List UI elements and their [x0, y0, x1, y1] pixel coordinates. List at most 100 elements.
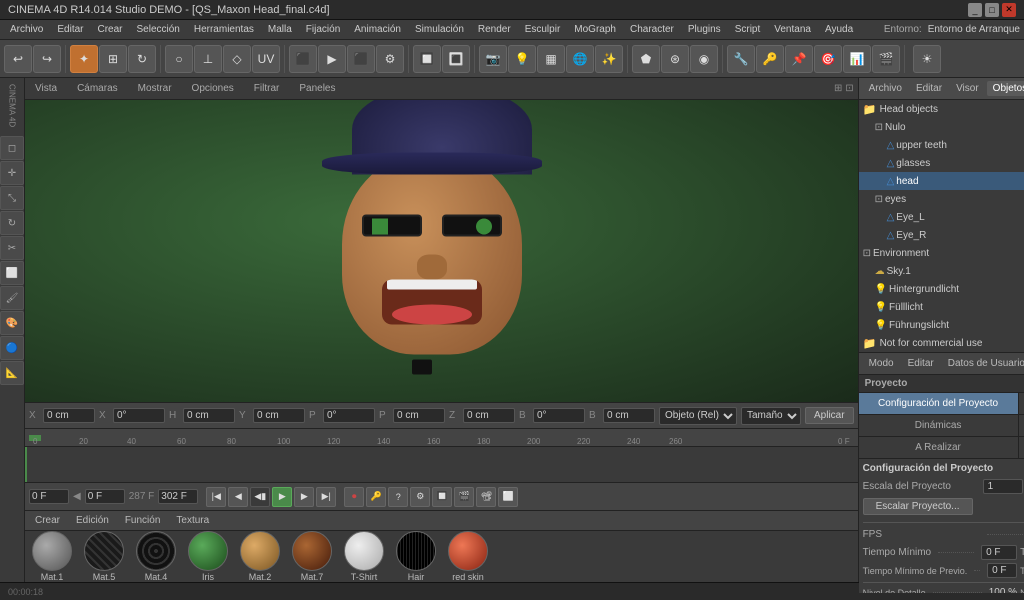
menu-malla[interactable]: Malla — [262, 22, 298, 37]
fx-button[interactable]: ✨ — [595, 45, 623, 73]
record-button[interactable]: ⏺ — [344, 487, 364, 507]
menu-editar[interactable]: Editar — [51, 22, 89, 37]
play-button[interactable]: ▶ — [272, 487, 292, 507]
material-item-tshirt[interactable]: T-Shirt — [341, 531, 387, 582]
list-item-nulo[interactable]: ⊡ Nulo ✓ — [859, 118, 1024, 136]
props-tab-arealizar[interactable]: A Realizar — [859, 437, 1019, 458]
misc3-button[interactable]: 📌 — [785, 45, 813, 73]
mat-tab-funcion[interactable]: Función — [119, 513, 167, 528]
keyframe-button[interactable]: 🔑 — [366, 487, 386, 507]
edge-mode[interactable]: ⊥ — [194, 45, 222, 73]
obj-tab-visor[interactable]: Visor — [950, 81, 985, 96]
list-item-not-commercial[interactable]: 📁 Not for commercial use ✓ — [859, 334, 1024, 352]
menu-ventana[interactable]: Ventana — [768, 22, 817, 37]
size-select[interactable]: Tamaño — [741, 407, 801, 425]
list-item-eye-r[interactable]: △ Eye_R ✓ ⚙ — [859, 226, 1024, 244]
3d-viewport[interactable] — [25, 100, 858, 402]
maximize-button[interactable]: □ — [985, 3, 999, 17]
frame-start-input[interactable] — [29, 489, 69, 504]
escala-input[interactable] — [983, 479, 1023, 494]
undo-button[interactable]: ↩ — [4, 45, 32, 73]
p-input[interactable] — [323, 408, 375, 423]
minimize-button[interactable]: _ — [968, 3, 982, 17]
tab-filtrar[interactable]: Filtrar — [248, 81, 286, 96]
tmin-input[interactable] — [981, 545, 1017, 560]
timeline-track[interactable] — [25, 447, 858, 482]
prev-frame-button[interactable]: ◀ — [228, 487, 248, 507]
escalar-proyecto-button[interactable]: Escalar Proyecto... — [863, 498, 973, 515]
object-mode[interactable]: ○ — [165, 45, 193, 73]
obj-mode-select[interactable]: Objeto (Rel) — [659, 407, 737, 425]
material-item-iris[interactable]: Iris — [185, 531, 231, 582]
timeline-key1[interactable]: ? — [388, 487, 408, 507]
list-item-fulllicht[interactable]: 💡 Fülllicht ✓ — [859, 298, 1024, 316]
menu-seleccion[interactable]: Selección — [131, 22, 186, 37]
redo-button[interactable]: ↪ — [33, 45, 61, 73]
magnet-tool[interactable]: 🔵 — [0, 336, 24, 360]
material-item-mat7[interactable]: Mat.7 — [289, 531, 335, 582]
render-active[interactable]: ▶ — [318, 45, 346, 73]
mat-tab-textura[interactable]: Textura — [170, 513, 215, 528]
tab-camaras[interactable]: Cámaras — [71, 81, 124, 96]
misc2-button[interactable]: 🔑 — [756, 45, 784, 73]
x-input[interactable] — [43, 408, 95, 423]
poly-mode[interactable]: ◇ — [223, 45, 251, 73]
tab-opciones[interactable]: Opciones — [186, 81, 240, 96]
z-input[interactable] — [463, 408, 515, 423]
render-region[interactable]: ⬛ — [289, 45, 317, 73]
ik-button[interactable]: ⊛ — [661, 45, 689, 73]
go-end-button[interactable]: ▶| — [316, 487, 336, 507]
b-input[interactable] — [533, 408, 585, 423]
list-item-glasses[interactable]: △ glasses ✓ — [859, 154, 1024, 172]
next-frame-button[interactable]: ▶ — [294, 487, 314, 507]
menu-herramientas[interactable]: Herramientas — [188, 22, 260, 37]
snap2-button[interactable]: 🔳 — [442, 45, 470, 73]
extrude-tool[interactable]: ⬜ — [0, 261, 24, 285]
menu-ayuda[interactable]: Ayuda — [819, 22, 859, 37]
paint-tool[interactable]: 🎨 — [0, 311, 24, 335]
apply-button[interactable]: Aplicar — [805, 407, 854, 424]
list-item-fuhrungslicht[interactable]: 💡 Führungslicht ✓ — [859, 316, 1024, 334]
misc1-button[interactable]: 🔧 — [727, 45, 755, 73]
render-all[interactable]: ⬛ — [347, 45, 375, 73]
scale-button[interactable]: ⊞ — [99, 45, 127, 73]
list-item-hintergrundlicht[interactable]: 💡 Hintergrundlicht ✓ — [859, 280, 1024, 298]
misc4-button[interactable]: 🎯 — [814, 45, 842, 73]
play-back-button[interactable]: ◀▮ — [250, 487, 270, 507]
props-tab-dinamicas[interactable]: Dinámicas — [859, 415, 1019, 436]
obj-tab-archivo[interactable]: Archivo — [863, 81, 908, 96]
props-tab-datos[interactable]: Datos de Usuario — [942, 356, 1024, 371]
timeline-key6[interactable]: ⬜ — [498, 487, 518, 507]
menu-character[interactable]: Character — [624, 22, 680, 37]
list-item-head[interactable]: △ head ✓ — [859, 172, 1024, 190]
frame-end-input[interactable] — [158, 489, 198, 504]
move-button[interactable]: ✦ — [70, 45, 98, 73]
knife-tool[interactable]: ✂ — [0, 236, 24, 260]
props-tab-modo[interactable]: Modo — [863, 356, 900, 371]
timeline-key5[interactable]: 📽 — [476, 487, 496, 507]
material-item-mat1[interactable]: Mat.1 — [29, 531, 75, 582]
mat-tab-edicion[interactable]: Edición — [70, 513, 115, 528]
props-tab-info[interactable]: Información — [1019, 393, 1024, 414]
tab-paneles[interactable]: Paneles — [293, 81, 341, 96]
b2-input[interactable] — [603, 408, 655, 423]
material-item-mat2[interactable]: Mat.2 — [237, 531, 283, 582]
misc6-button[interactable]: 🎬 — [872, 45, 900, 73]
camera-button[interactable]: 📷 — [479, 45, 507, 73]
tab-vista[interactable]: Vista — [29, 81, 63, 96]
obj-tab-objetos[interactable]: Objetos — [987, 81, 1024, 96]
scale-tool[interactable]: ⤡ — [0, 186, 24, 210]
list-item-environment[interactable]: ⊡ Environment ✓ — [859, 244, 1024, 262]
menu-render[interactable]: Render — [472, 22, 517, 37]
props-tab-interpolacion[interactable]: Interpolación de Claves — [1019, 437, 1024, 458]
material-item-redskin[interactable]: red skin — [445, 531, 491, 582]
sky-button[interactable]: 🌐 — [566, 45, 594, 73]
obj-tab-editar[interactable]: Editar — [910, 81, 948, 96]
props-tab-editar[interactable]: Editar — [902, 356, 940, 371]
misc5-button[interactable]: 📊 — [843, 45, 871, 73]
frame-current-input[interactable] — [85, 489, 125, 504]
h-input[interactable] — [183, 408, 235, 423]
mat-tab-crear[interactable]: Crear — [29, 513, 66, 528]
floor-button[interactable]: ▦ — [537, 45, 565, 73]
menu-script[interactable]: Script — [729, 22, 767, 37]
